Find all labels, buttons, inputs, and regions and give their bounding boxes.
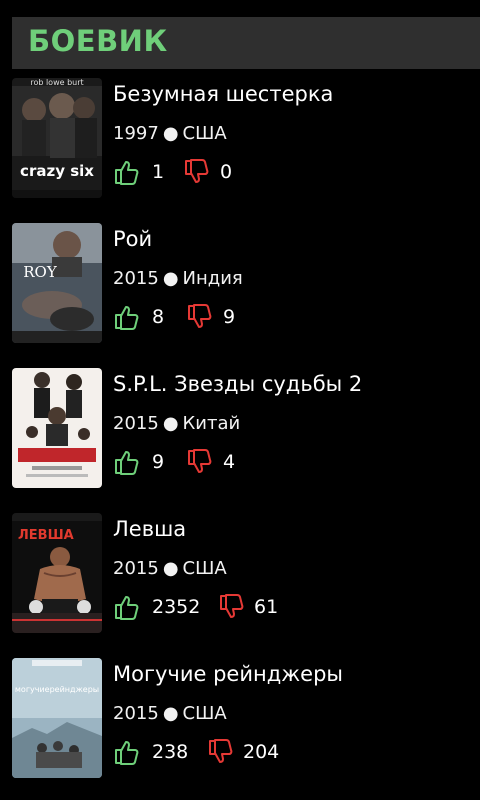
thumbs-down-icon[interactable] — [218, 593, 246, 621]
movie-country: США — [182, 703, 227, 724]
votes-row: 8 9 — [113, 303, 235, 331]
thumbs-up-icon[interactable] — [113, 158, 141, 186]
poster-title-text: могучиерейнджеры — [15, 685, 99, 694]
movie-title: Рой — [113, 227, 153, 251]
list-item[interactable]: S.P.L. Звезды судьбы 2 2015 ● Китай 9 4 — [0, 368, 480, 488]
movie-meta: 1997 ● США — [113, 123, 227, 144]
list-item[interactable]: могучиерейнджеры Могучие рейнджеры 2015 ●… — [0, 658, 480, 778]
thumbs-down-icon[interactable] — [207, 738, 235, 766]
votes-row: 1 0 — [113, 158, 232, 186]
movie-title: Безумная шестерка — [113, 82, 334, 106]
movie-year: 2015 — [113, 703, 159, 724]
movie-poster[interactable] — [12, 368, 102, 488]
dislikes-count: 61 — [254, 596, 279, 618]
list-item[interactable]: ROY Рой 2015 ● Индия 8 9 — [0, 223, 480, 343]
likes-count: 1 — [152, 161, 165, 183]
movie-meta: 2015 ● Индия — [113, 268, 243, 289]
thumbs-up-icon[interactable] — [113, 448, 141, 476]
thumbs-down-icon[interactable] — [186, 303, 214, 331]
movie-year: 1997 — [113, 123, 159, 144]
thumbs-up-icon[interactable] — [113, 303, 141, 331]
dislikes-count: 4 — [223, 451, 236, 473]
movie-poster[interactable]: могучиерейнджеры — [12, 658, 102, 778]
votes-row: 9 4 — [113, 448, 235, 476]
page-header: БОЕВИК — [12, 17, 480, 69]
movie-country: США — [182, 558, 227, 579]
poster-title-text: ЛЕВША — [18, 528, 74, 543]
movie-country: США — [182, 123, 227, 144]
dislikes-count: 0 — [220, 161, 233, 183]
thumbs-up-icon[interactable] — [113, 738, 141, 766]
meta-separator: ● — [162, 123, 179, 144]
likes-count: 2352 — [152, 596, 201, 618]
poster-title-text: crazy six — [20, 162, 94, 180]
movie-year: 2015 — [113, 558, 159, 579]
votes-row: 238 204 — [113, 738, 279, 766]
thumbs-down-icon[interactable] — [183, 158, 211, 186]
list-item[interactable]: rob lowe burt crazy six Безумная шестерк… — [0, 78, 480, 198]
movie-country: Индия — [182, 268, 243, 289]
movie-country: Китай — [182, 413, 241, 434]
page-title: БОЕВИК — [28, 24, 168, 58]
movie-poster[interactable]: ROY — [12, 223, 102, 343]
poster-title-text: ROY — [23, 263, 58, 281]
movie-year: 2015 — [113, 268, 159, 289]
movie-poster[interactable]: ЛЕВША — [12, 513, 102, 633]
movie-meta: 2015 ● США — [113, 703, 227, 724]
thumbs-up-icon[interactable] — [113, 593, 141, 621]
movie-title: S.P.L. Звезды судьбы 2 — [113, 372, 363, 396]
dislikes-count: 204 — [243, 741, 280, 763]
meta-separator: ● — [162, 268, 179, 289]
movie-year: 2015 — [113, 413, 159, 434]
likes-count: 238 — [152, 741, 189, 763]
movie-meta: 2015 ● Китай — [113, 413, 240, 434]
meta-separator: ● — [162, 413, 179, 434]
movie-poster[interactable]: rob lowe burt crazy six — [12, 78, 102, 198]
votes-row: 2352 61 — [113, 593, 278, 621]
movie-meta: 2015 ● США — [113, 558, 227, 579]
likes-count: 9 — [152, 451, 165, 473]
meta-separator: ● — [162, 558, 179, 579]
movie-title: Левша — [113, 517, 187, 541]
movie-title: Могучие рейнджеры — [113, 662, 343, 686]
poster-top-text: rob lowe burt — [30, 78, 83, 87]
list-item[interactable]: ЛЕВША Левша 2015 ● США 2352 61 — [0, 513, 480, 633]
likes-count: 8 — [152, 306, 165, 328]
thumbs-down-icon[interactable] — [186, 448, 214, 476]
dislikes-count: 9 — [223, 306, 236, 328]
meta-separator: ● — [162, 703, 179, 724]
